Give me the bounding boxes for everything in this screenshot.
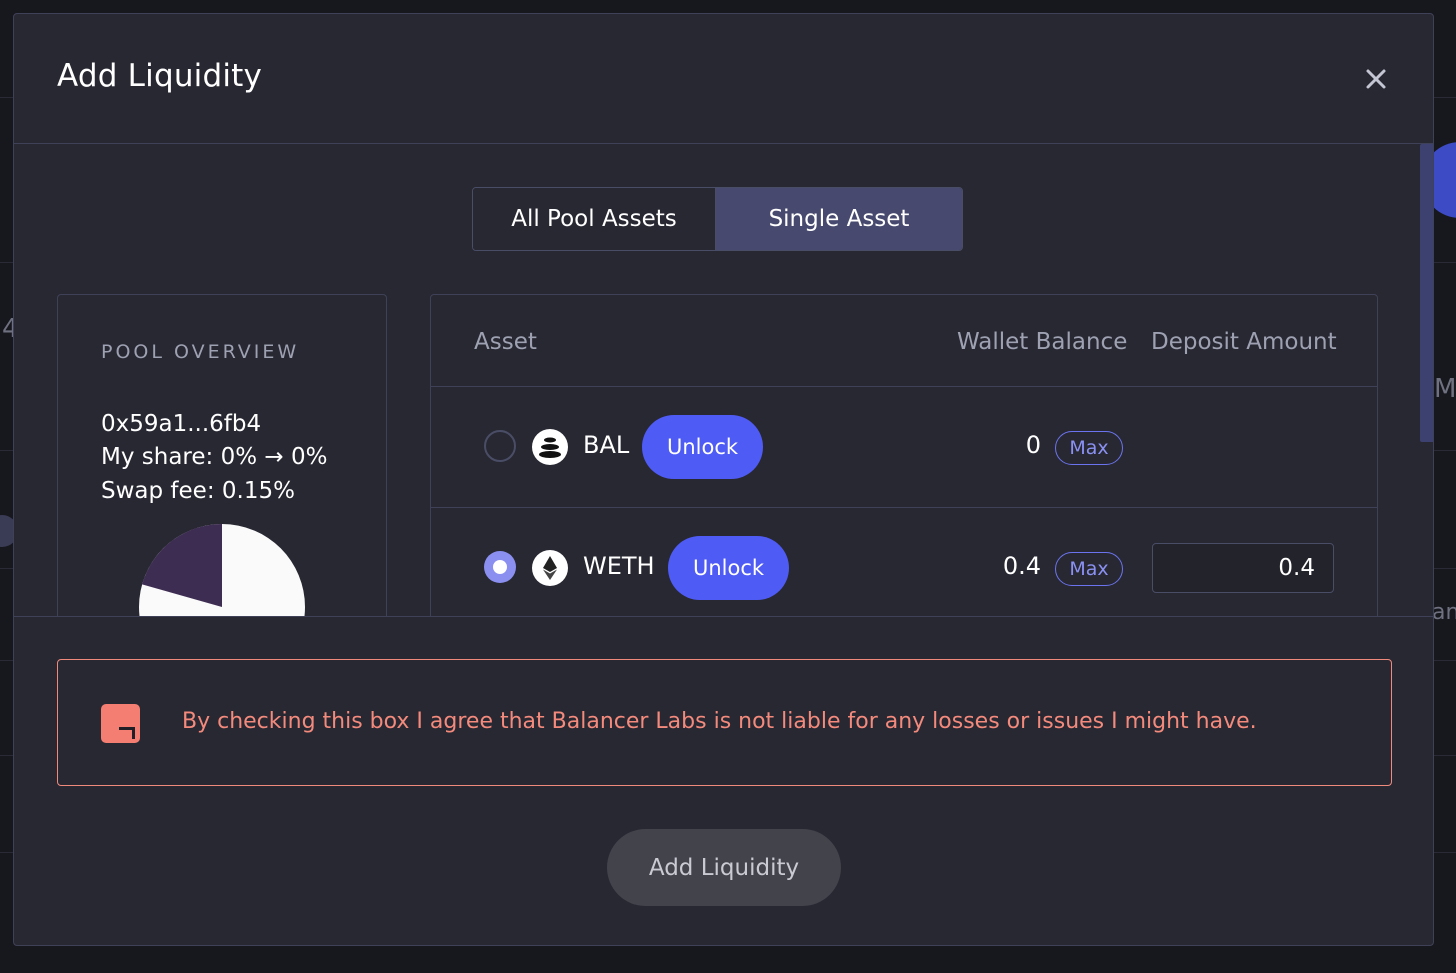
asset-radio-weth[interactable] [484, 551, 516, 583]
column-header-asset: Asset [474, 329, 537, 355]
modal-footer: By checking this box I agree that Balanc… [14, 616, 1433, 945]
modal-body: All Pool Assets Single Asset POOL OVERVI… [14, 144, 1433, 616]
pool-overview-panel: POOL OVERVIEW 0x59a1...6fb4 My share: 0%… [57, 294, 387, 616]
add-liquidity-modal: Add Liquidity All Pool Assets Single Ass… [13, 13, 1434, 946]
tab-all-pool-assets[interactable]: All Pool Assets [473, 188, 717, 250]
wallet-balance: 0.4 [1002, 552, 1041, 580]
background-text: an [1432, 600, 1456, 625]
column-header-wallet-balance: Wallet Balance [957, 329, 1128, 355]
checkbox-mark-icon [119, 727, 135, 739]
pool-overview-heading: POOL OVERVIEW [101, 341, 300, 363]
column-header-deposit-amount: Deposit Amount [1151, 329, 1337, 355]
table-row: BAL Unlock 0 Max [431, 387, 1377, 507]
mode-toggle: All Pool Assets Single Asset [472, 187, 963, 251]
pool-address: 0x59a1...6fb4 [101, 411, 262, 437]
my-share: My share: 0% → 0% [101, 444, 328, 470]
asset-radio-bal[interactable] [484, 430, 516, 462]
unlock-button-bal[interactable]: Unlock [642, 415, 763, 479]
swap-fee: Swap fee: 0.15% [101, 478, 295, 504]
scrollbar-thumb[interactable] [1420, 144, 1433, 442]
wallet-balance: 0 [1025, 431, 1041, 459]
token-symbol: BAL [583, 431, 630, 459]
add-liquidity-button[interactable]: Add Liquidity [607, 829, 841, 906]
pool-composition-pie [139, 524, 305, 616]
max-button-weth[interactable]: Max [1055, 552, 1123, 586]
deposit-amount-input[interactable] [1152, 543, 1334, 593]
agreement-box: By checking this box I agree that Balanc… [57, 659, 1392, 786]
modal-header: Add Liquidity [14, 14, 1433, 144]
agreement-checkbox[interactable] [101, 704, 140, 743]
tab-single-asset[interactable]: Single Asset [716, 188, 962, 250]
max-button-bal[interactable]: Max [1055, 431, 1123, 465]
unlock-button-weth[interactable]: Unlock [668, 536, 789, 600]
table-row: WETH Unlock 0.4 Max [431, 508, 1377, 616]
close-icon[interactable] [1359, 62, 1393, 96]
asset-table: Asset Wallet Balance Deposit Amount BAL … [430, 294, 1378, 616]
token-symbol: WETH [583, 552, 655, 580]
background-text: My [1434, 374, 1456, 404]
eth-token-icon [532, 550, 568, 586]
modal-title: Add Liquidity [57, 58, 263, 94]
agreement-text: By checking this box I agree that Balanc… [182, 709, 1257, 734]
bal-token-icon [532, 429, 568, 465]
